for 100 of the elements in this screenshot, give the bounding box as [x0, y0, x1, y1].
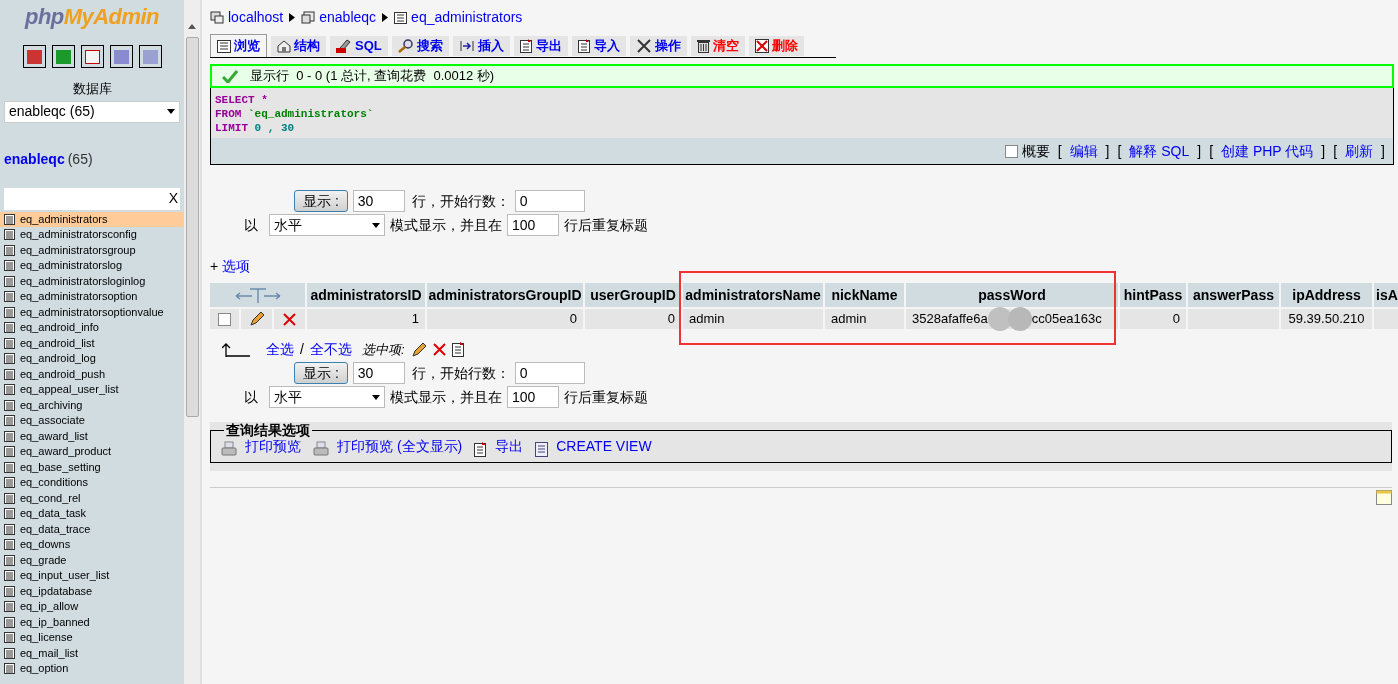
table-cell-text: cc05ea163c — [1031, 310, 1102, 329]
table-list-item[interactable]: eq_data_trace — [0, 521, 184, 537]
column-header[interactable]: ipAddress — [1281, 283, 1372, 307]
tab[interactable]: 导入 — [571, 36, 626, 56]
table-list-item[interactable]: eq_option — [0, 661, 184, 677]
tab[interactable]: 搜索 — [391, 36, 449, 56]
clear-filter-button[interactable]: X — [168, 188, 178, 209]
select-all-link[interactable]: 全选 — [266, 339, 294, 360]
table-list-item[interactable]: eq_input_user_list — [0, 568, 184, 584]
table-filter-field[interactable]: X — [4, 187, 180, 210]
column-header[interactable]: administratorsID — [307, 283, 425, 307]
success-message: 显示行 0 - 0 (1 总计, 查询花费 0.0012 秒) — [250, 67, 495, 86]
table-list-item[interactable]: eq_grade — [0, 552, 184, 568]
results-option-link[interactable]: 导出 — [495, 436, 524, 457]
repeat-header-field[interactable]: 100 — [507, 214, 559, 236]
table-list-item[interactable]: eq_administrators — [0, 211, 184, 227]
tab[interactable]: 操作 — [629, 36, 687, 56]
sql-option-link[interactable]: 编辑 — [1069, 140, 1098, 162]
table-list-item[interactable]: eq_android_push — [0, 366, 184, 382]
column-header[interactable]: administratorsName — [683, 283, 823, 307]
start-row-field[interactable]: 0 — [514, 362, 585, 384]
table-list-item[interactable]: eq_administratorslog — [0, 258, 184, 274]
note-icon[interactable] — [1376, 490, 1392, 505]
table-list-item[interactable]: eq_license — [0, 630, 184, 646]
tab[interactable]: 浏览 — [210, 34, 267, 57]
table-icon — [4, 663, 15, 675]
tab[interactable]: SQL — [330, 36, 388, 56]
results-option-link[interactable]: 打印预览 — [245, 436, 301, 457]
table-list-item[interactable]: eq_downs — [0, 537, 184, 553]
table-icon — [4, 399, 15, 411]
mode-select[interactable]: 水平 — [269, 214, 385, 236]
table-icon — [4, 523, 15, 535]
scrollbar[interactable] — [184, 0, 200, 684]
table-list-item[interactable]: eq_associate — [0, 413, 184, 429]
pencil-icon[interactable] — [410, 341, 427, 358]
table-list-item[interactable]: eq_android_log — [0, 351, 184, 367]
column-header[interactable]: administratorsGroupID — [427, 283, 583, 307]
table-icon — [4, 554, 15, 566]
options-link[interactable]: 选项 — [222, 256, 251, 277]
tab[interactable]: 插入 — [452, 36, 510, 56]
table-list-item[interactable]: eq_ip_banned — [0, 614, 184, 630]
table-list-item[interactable]: eq_administratorsconfig — [0, 227, 184, 243]
delete-icon — [754, 39, 769, 53]
delete-icon[interactable] — [432, 343, 446, 356]
rows-field[interactable]: 30 — [352, 190, 405, 212]
column-header[interactable]: nickName — [825, 283, 904, 307]
table-list-item[interactable]: eq_award_product — [0, 444, 184, 460]
tab[interactable]: 结构 — [271, 36, 326, 56]
repeat-header-field[interactable]: 100 — [507, 386, 559, 408]
mode-prefix: 以 — [244, 387, 258, 407]
pencil-icon[interactable] — [248, 311, 265, 327]
start-row-field[interactable]: 0 — [514, 190, 585, 212]
show-button[interactable]: 显示 : — [294, 190, 348, 212]
table-list-item[interactable]: eq_administratorsgroup — [0, 242, 184, 258]
column-header[interactable]: userGroupID — [585, 283, 681, 307]
database-select[interactable]: enableqc (65) — [4, 100, 180, 123]
table-icon — [4, 415, 15, 427]
results-option-link[interactable]: 打印预览 (全文显示) — [337, 436, 463, 457]
tab[interactable]: 导出 — [513, 36, 568, 56]
breadcrumb-link[interactable]: enableqc — [319, 7, 377, 28]
table-list-item[interactable]: eq_administratorsoptionvalue — [0, 304, 184, 320]
table-list-item[interactable]: eq_administratorsloginlog — [0, 273, 184, 289]
table-list-item[interactable]: eq_cond_rel — [0, 490, 184, 506]
sql-line: SELECT * — [215, 93, 268, 107]
table-list-item[interactable]: eq_ipdatabase — [0, 583, 184, 599]
table-list-item[interactable]: eq_appeal_user_list — [0, 382, 184, 398]
export-icon[interactable] — [451, 342, 465, 357]
breadcrumb-link[interactable]: eq_administrators — [411, 7, 523, 28]
table-list-item[interactable]: eq_android_info — [0, 320, 184, 336]
profiling-checkbox[interactable] — [1004, 144, 1018, 158]
column-header[interactable]: isA — [1374, 283, 1398, 307]
results-option-link[interactable]: CREATE VIEW — [556, 436, 652, 457]
column-header[interactable]: passWord — [906, 283, 1118, 307]
database-link[interactable]: enableqc — [4, 148, 65, 170]
document-icon — [535, 442, 549, 457]
rows-field[interactable]: 30 — [352, 362, 405, 384]
sql-option-link[interactable]: 解释 SQL — [1129, 140, 1190, 162]
column-header[interactable]: answerPass — [1188, 283, 1279, 307]
delete-icon[interactable] — [283, 312, 296, 326]
column-header[interactable]: hintPass — [1120, 283, 1186, 307]
table-list-item[interactable]: eq_base_setting — [0, 459, 184, 475]
bracket: [ — [1057, 141, 1062, 161]
sql-option-link[interactable]: 创建 PHP 代码 — [1221, 140, 1314, 162]
mode-select[interactable]: 水平 — [269, 386, 385, 408]
sql-option-link[interactable]: 刷新 — [1345, 140, 1374, 162]
table-icon — [4, 353, 15, 365]
select-none-link[interactable]: 全不选 — [309, 339, 352, 360]
table-list-item[interactable]: eq_conditions — [0, 475, 184, 491]
table-list-item[interactable]: eq_ip_allow — [0, 599, 184, 615]
table-list-item[interactable]: eq_data_task — [0, 506, 184, 522]
breadcrumb-link[interactable]: localhost — [228, 7, 284, 28]
table-list-item[interactable]: eq_android_list — [0, 335, 184, 351]
show-button[interactable]: 显示 : — [294, 362, 348, 384]
row-checkbox[interactable] — [218, 312, 231, 326]
table-cell-text: 3528afaffe6a — [912, 310, 988, 329]
table-list-item[interactable]: eq_mail_list — [0, 645, 184, 661]
table-list-item[interactable]: eq_award_list — [0, 428, 184, 444]
repeat-label: 行后重复标题 — [564, 387, 648, 407]
table-list-item[interactable]: eq_archiving — [0, 397, 184, 413]
table-list-item[interactable]: eq_administratorsoption — [0, 289, 184, 305]
